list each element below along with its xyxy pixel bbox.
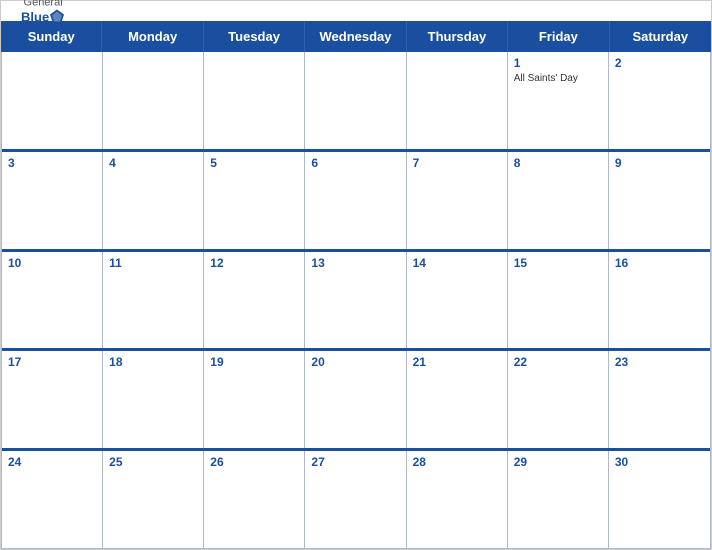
date-number: 6 — [311, 156, 399, 170]
date-number: 17 — [8, 355, 96, 369]
date-number: 18 — [109, 355, 197, 369]
date-number: 8 — [514, 156, 602, 170]
calendar-cell: 18 — [103, 351, 204, 448]
calendar-cell: 26 — [204, 451, 305, 548]
logo: General Blue — [21, 0, 65, 25]
calendar-cell: 19 — [204, 351, 305, 448]
holiday-label: All Saints' Day — [514, 72, 602, 85]
date-number: 12 — [210, 256, 298, 270]
date-number: 20 — [311, 355, 399, 369]
logo-blue: Blue — [21, 10, 49, 23]
date-number: 16 — [615, 256, 704, 270]
calendar-cell: 2 — [609, 52, 710, 149]
calendar-cell — [407, 52, 508, 149]
calendar-cell: 9 — [609, 152, 710, 249]
logo-icon — [49, 9, 65, 25]
week-row-4: 17 18 19 20 21 22 23 — [2, 348, 710, 448]
calendar-cell: 27 — [305, 451, 406, 548]
calendar-cell: 28 — [407, 451, 508, 548]
calendar-grid: 1All Saints' Day234567891011121314151617… — [1, 52, 711, 549]
calendar-cell: 10 — [2, 252, 103, 349]
calendar-cell: 5 — [204, 152, 305, 249]
calendar-cell: 13 — [305, 252, 406, 349]
date-number: 19 — [210, 355, 298, 369]
calendar-cell — [2, 52, 103, 149]
date-number: 9 — [615, 156, 704, 170]
date-number: 15 — [514, 256, 602, 270]
calendar-cell: 12 — [204, 252, 305, 349]
calendar-cell: 17 — [2, 351, 103, 448]
calendar-cell: 16 — [609, 252, 710, 349]
day-header-friday: Friday — [508, 21, 609, 52]
date-number: 10 — [8, 256, 96, 270]
date-number: 30 — [615, 455, 704, 469]
calendar-cell: 7 — [407, 152, 508, 249]
date-number: 27 — [311, 455, 399, 469]
day-header-saturday: Saturday — [610, 21, 711, 52]
calendar-container: General Blue SundayMondayTuesdayWednesda… — [0, 0, 712, 550]
calendar-cell: 23 — [609, 351, 710, 448]
calendar-cell: 4 — [103, 152, 204, 249]
date-number: 11 — [109, 256, 197, 270]
week-row-1: 1 All Saints' Day 2 — [2, 52, 710, 149]
date-number: 24 — [8, 455, 96, 469]
date-number: 13 — [311, 256, 399, 270]
day-header-sunday: Sunday — [1, 21, 102, 52]
day-header-thursday: Thursday — [407, 21, 508, 52]
day-header-wednesday: Wednesday — [305, 21, 406, 52]
calendar-cell: 3 — [2, 152, 103, 249]
day-header-tuesday: Tuesday — [204, 21, 305, 52]
logo-general: General — [24, 0, 63, 9]
date-number: 23 — [615, 355, 704, 369]
calendar-cell: 15 — [508, 252, 609, 349]
date-number: 5 — [210, 156, 298, 170]
date-number: 29 — [514, 455, 602, 469]
calendar-header: General Blue — [1, 1, 711, 21]
week-row-2: 3456789 — [2, 149, 710, 249]
date-number: 4 — [109, 156, 197, 170]
calendar-cell: 30 — [609, 451, 710, 548]
calendar-cell: 22 — [508, 351, 609, 448]
calendar-cell — [305, 52, 406, 149]
calendar-cell: 29 — [508, 451, 609, 548]
date-number: 14 — [413, 256, 501, 270]
date-number: 7 — [413, 156, 501, 170]
week-row-3: 10 11 12 13 14 15 16 — [2, 249, 710, 349]
date-number: 26 — [210, 455, 298, 469]
calendar-cell: 20 — [305, 351, 406, 448]
day-headers: SundayMondayTuesdayWednesdayThursdayFrid… — [1, 21, 711, 52]
date-number: 2 — [615, 56, 704, 70]
date-number: 21 — [413, 355, 501, 369]
date-number: 1 — [514, 56, 602, 70]
calendar-cell — [204, 52, 305, 149]
calendar-cell: 11 — [103, 252, 204, 349]
calendar-cell: 6 — [305, 152, 406, 249]
date-number: 25 — [109, 455, 197, 469]
calendar-cell: 8 — [508, 152, 609, 249]
day-header-monday: Monday — [102, 21, 203, 52]
calendar-cell: 21 — [407, 351, 508, 448]
calendar-cell: 14 — [407, 252, 508, 349]
date-number: 3 — [8, 156, 96, 170]
calendar-cell: 25 — [103, 451, 204, 548]
calendar-cell: 24 — [2, 451, 103, 548]
date-number: 22 — [514, 355, 602, 369]
date-number: 28 — [413, 455, 501, 469]
calendar-cell — [103, 52, 204, 149]
week-row-5: 24 25 26 27 28 29 30 — [2, 448, 710, 548]
calendar-cell: 1 All Saints' Day — [508, 52, 609, 149]
